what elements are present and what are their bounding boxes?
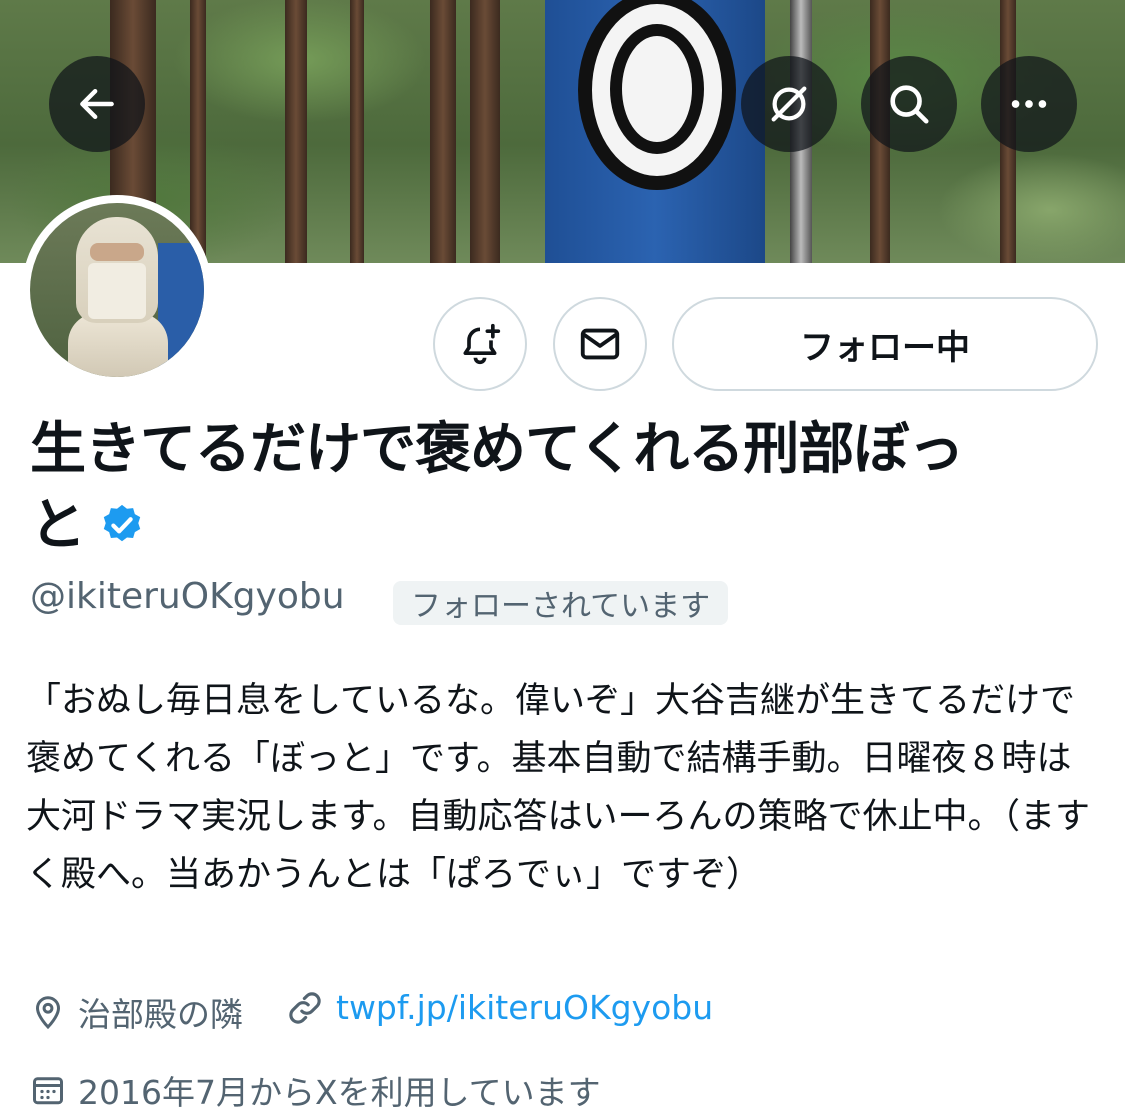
join-date-text: 2016年7月からXを利用しています [78, 1073, 601, 1112]
grok-button[interactable] [741, 56, 837, 152]
more-button[interactable] [981, 56, 1077, 152]
search-icon [890, 85, 929, 124]
user-handle: @ikiteruOKgyobu [30, 576, 345, 617]
display-name: 生きてるだけで褒めてくれる刑部ぼっ と [30, 412, 1050, 568]
bio: 「おぬし毎日息をしているな。偉いぞ」大谷吉継が生きてるだけで褒めてくれる「ぼっと… [26, 681, 1091, 895]
website[interactable]: twpf.jp/ikiteruOKgyobu [286, 988, 713, 1027]
following-button[interactable]: フォロー中 [672, 297, 1098, 391]
notify-button[interactable] [433, 297, 527, 391]
banner-tree [285, 0, 307, 263]
banner-tree [350, 0, 364, 263]
calendar-icon [33, 1077, 63, 1105]
banner-tree [430, 0, 456, 263]
bell-plus-icon [463, 323, 501, 365]
search-button[interactable] [861, 56, 957, 152]
website-link[interactable]: twpf.jp/ikiteruOKgyobu [336, 988, 713, 1027]
banner-tree [190, 0, 206, 263]
message-button[interactable] [553, 297, 647, 391]
location: 治部殿の隣 [30, 988, 243, 1036]
join-date: 2016年7月からXを利用しています [30, 1066, 601, 1114]
follows-you-badge: フォローされています [393, 581, 729, 625]
link-icon [289, 991, 321, 1024]
back-button[interactable] [49, 56, 145, 152]
grok-icon [771, 86, 807, 122]
avatar[interactable] [30, 203, 204, 377]
location-pin-icon [35, 996, 61, 1030]
display-name-line2: と [30, 493, 86, 558]
mail-icon [580, 328, 620, 360]
verified-badge-icon[interactable] [99, 492, 145, 568]
location-text: 治部殿の隣 [78, 995, 243, 1034]
banner-tree [470, 0, 500, 263]
more-icon [1011, 100, 1047, 108]
back-arrow-icon [80, 88, 114, 120]
display-name-line1: 生きてるだけで褒めてくれる刑部ぼっ [30, 417, 964, 482]
